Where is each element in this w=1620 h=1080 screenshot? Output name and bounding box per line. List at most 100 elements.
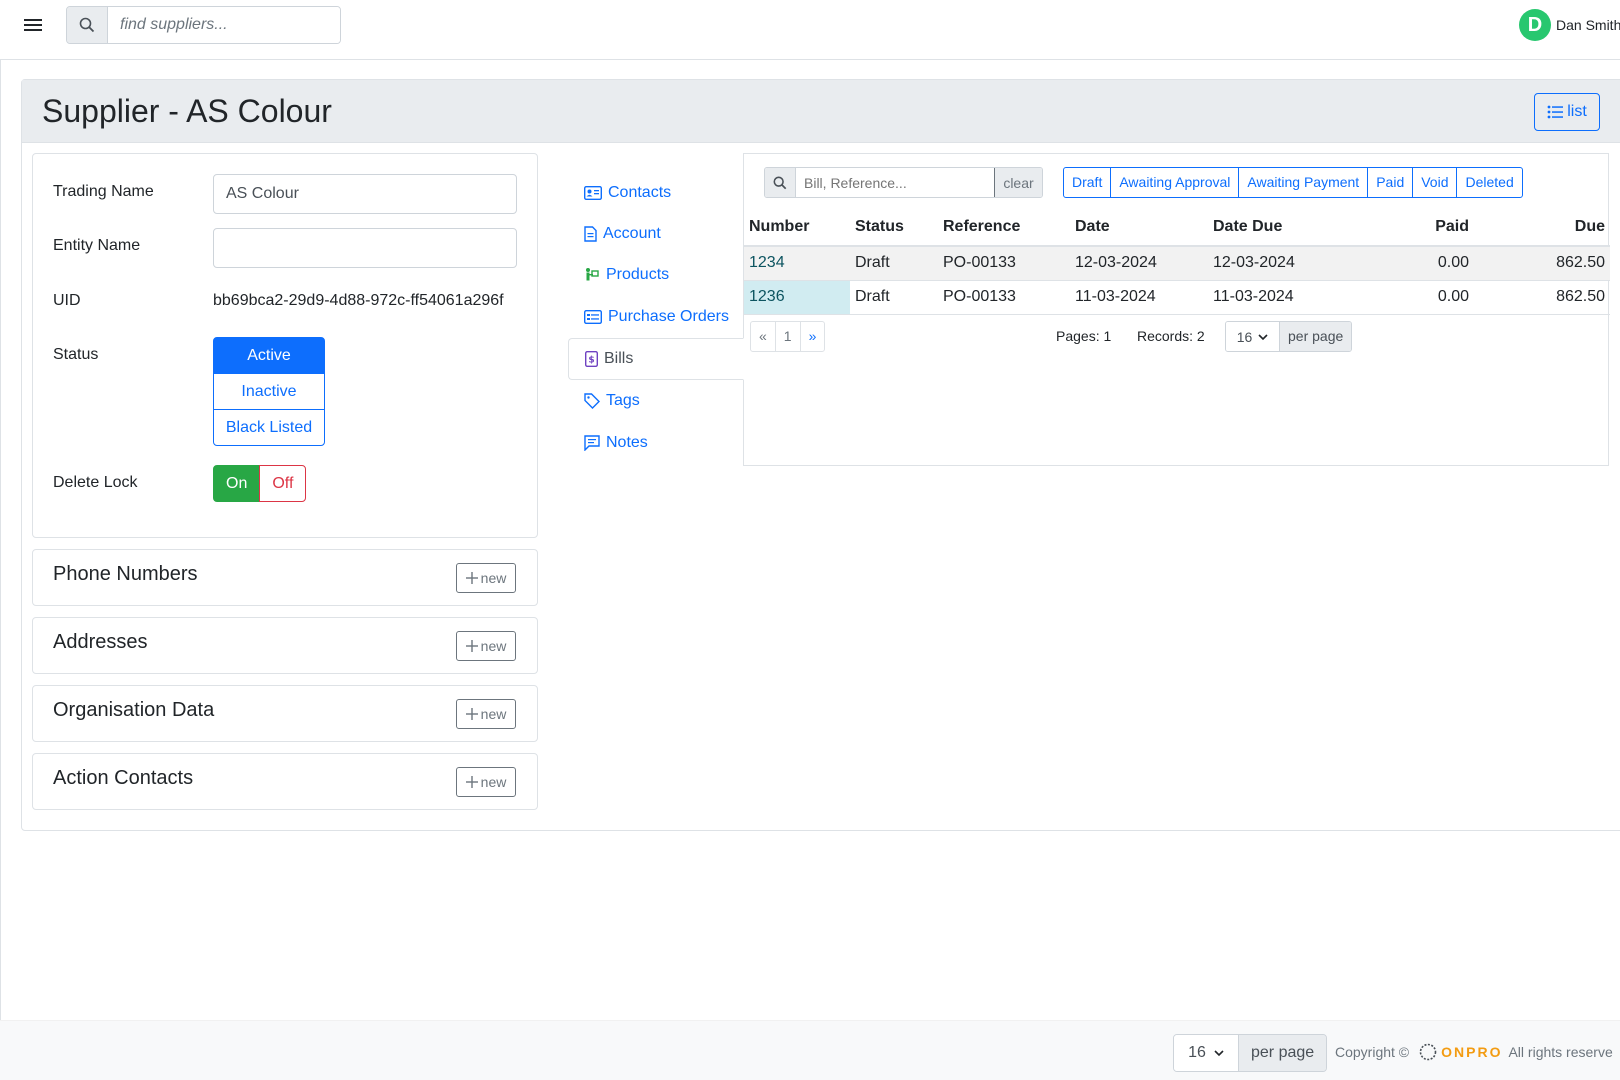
bill-date: 12-03-2024 [1070,246,1208,281]
add-address-button[interactable]: new [456,631,516,661]
trading-name-field[interactable] [213,174,517,214]
section-title: Organisation Data [53,699,215,721]
section-title: Addresses [53,631,148,653]
tab-notes[interactable]: Notes [568,422,743,464]
add-organisation-data-button[interactable]: new [456,699,516,729]
bill-icon: $ [585,351,598,367]
footer: 16 per page Copyright © ONPRO All rights… [0,1020,1620,1080]
card-header: Supplier - AS Colour list [22,80,1620,143]
plus-icon [465,572,478,584]
bill-date-due: 12-03-2024 [1208,246,1348,281]
bill-reference: PO-00133 [938,246,1070,281]
organisation-data-section: Organisation Data new [32,685,538,742]
per-page-number: 16 [1236,328,1253,345]
filter-awaiting-approval[interactable]: Awaiting Approval [1110,167,1240,198]
filter-awaiting-payment[interactable]: Awaiting Payment [1238,167,1369,198]
tab-contacts[interactable]: Contacts [568,172,743,214]
uid-label: UID [53,292,81,309]
new-button-label: new [480,570,507,586]
rights-text: All rights reserve [1508,1044,1613,1060]
add-phone-number-button[interactable]: new [456,563,516,593]
copyright: Copyright © ONPRO All rights reserve [1335,1043,1613,1061]
chat-icon [584,435,600,451]
per-page-value[interactable]: 16 [1226,322,1279,351]
bill-status: Draft [850,280,938,315]
entity-name-field[interactable] [213,228,517,268]
status-active-button[interactable]: Active [213,337,325,374]
new-button-label: new [480,706,507,722]
chevron-down-icon [1258,333,1268,340]
tab-purchase-orders[interactable]: Purchase Orders [568,296,743,338]
column-header[interactable]: Reference [938,209,1070,247]
bill-paid: 0.00 [1348,246,1474,281]
pager-next-button[interactable]: » [799,321,826,352]
filter-void[interactable]: Void [1412,167,1458,198]
clear-button[interactable]: clear [994,168,1042,197]
tab-label: Tags [606,392,640,409]
table-row[interactable]: 1236 Draft PO-00133 11-03-2024 11-03-202… [744,280,1610,315]
column-header[interactable]: Due [1474,209,1610,247]
contact-card-icon [584,186,602,200]
tab-tags[interactable]: Tags [568,380,743,422]
user-name[interactable]: Dan Smith [1556,17,1620,33]
bills-table: Number Status Reference Date Date Due Pa… [744,209,1610,315]
card-list-icon [584,310,602,324]
per-page-value[interactable]: 16 [1174,1035,1238,1071]
tab-account[interactable]: Account [568,213,743,255]
list-icon [1547,105,1564,119]
bill-number[interactable]: 1234 [744,246,850,281]
column-header[interactable]: Number [744,209,850,247]
list-button-label: list [1567,103,1587,120]
delete-lock-on-button[interactable]: On [213,465,261,502]
action-contacts-section: Action Contacts new [32,753,538,810]
list-button[interactable]: list [1534,93,1600,131]
addresses-section: Addresses new [32,617,538,674]
bill-status-filters: Draft Awaiting Approval Awaiting Payment… [1063,167,1523,198]
trading-name-label: Trading Name [53,183,154,200]
column-header[interactable]: Paid [1348,209,1474,247]
bill-search: clear [764,167,1043,198]
tab-label: Notes [606,434,648,451]
delete-lock-label: Delete Lock [53,474,138,491]
supplier-search [66,6,341,44]
copyright-text: Copyright © [1335,1044,1410,1060]
table-row[interactable]: 1234 Draft PO-00133 12-03-2024 12-03-202… [744,246,1610,281]
column-header[interactable]: Status [850,209,938,247]
avatar[interactable]: D [1519,9,1551,41]
brand-name[interactable]: ONPRO [1441,1044,1502,1060]
filter-deleted[interactable]: Deleted [1456,167,1523,198]
search-icon[interactable] [765,168,796,197]
bill-search-input[interactable] [796,168,994,197]
supplier-search-input[interactable] [108,7,340,43]
pager-prev-button[interactable]: « [750,321,776,352]
top-navbar: D Dan Smith [0,0,1620,60]
filter-paid[interactable]: Paid [1367,167,1414,198]
status-label: Status [53,346,99,363]
tab-label: Contacts [608,184,672,201]
user-menu[interactable]: D Dan Smith [1519,9,1620,41]
filter-draft[interactable]: Draft [1063,167,1112,198]
pagination: « 1 » [750,321,826,352]
per-page-number: 16 [1188,1044,1206,1061]
delete-lock-off-button[interactable]: Off [259,465,307,502]
status-blacklisted-button[interactable]: Black Listed [213,409,325,446]
footer-per-page-select[interactable]: 16 per page [1173,1034,1328,1072]
add-action-contact-button[interactable]: new [456,767,516,797]
section-title: Action Contacts [53,767,194,789]
bills-panel: clear Draft Awaiting Approval Awaiting P… [743,153,1610,466]
chevron-down-icon [1214,1050,1224,1057]
column-header[interactable]: Date [1070,209,1208,247]
bill-number[interactable]: 1236 [744,280,850,315]
hamburger-menu-icon[interactable] [24,16,42,34]
bills-per-page-select[interactable]: 16 per page [1225,321,1353,352]
tag-icon [584,393,600,409]
pager-page-1[interactable]: 1 [774,321,801,352]
person-box-icon [586,268,599,281]
status-inactive-button[interactable]: Inactive [213,373,325,410]
uid-value: bb69bca2-29d9-4d88-972c-ff54061a296f [213,292,504,309]
search-icon[interactable] [67,7,108,43]
tab-label: Bills [604,350,634,367]
tab-products[interactable]: Products [568,254,743,296]
tab-bills[interactable]: $ Bills [568,338,744,380]
column-header[interactable]: Date Due [1208,209,1348,247]
